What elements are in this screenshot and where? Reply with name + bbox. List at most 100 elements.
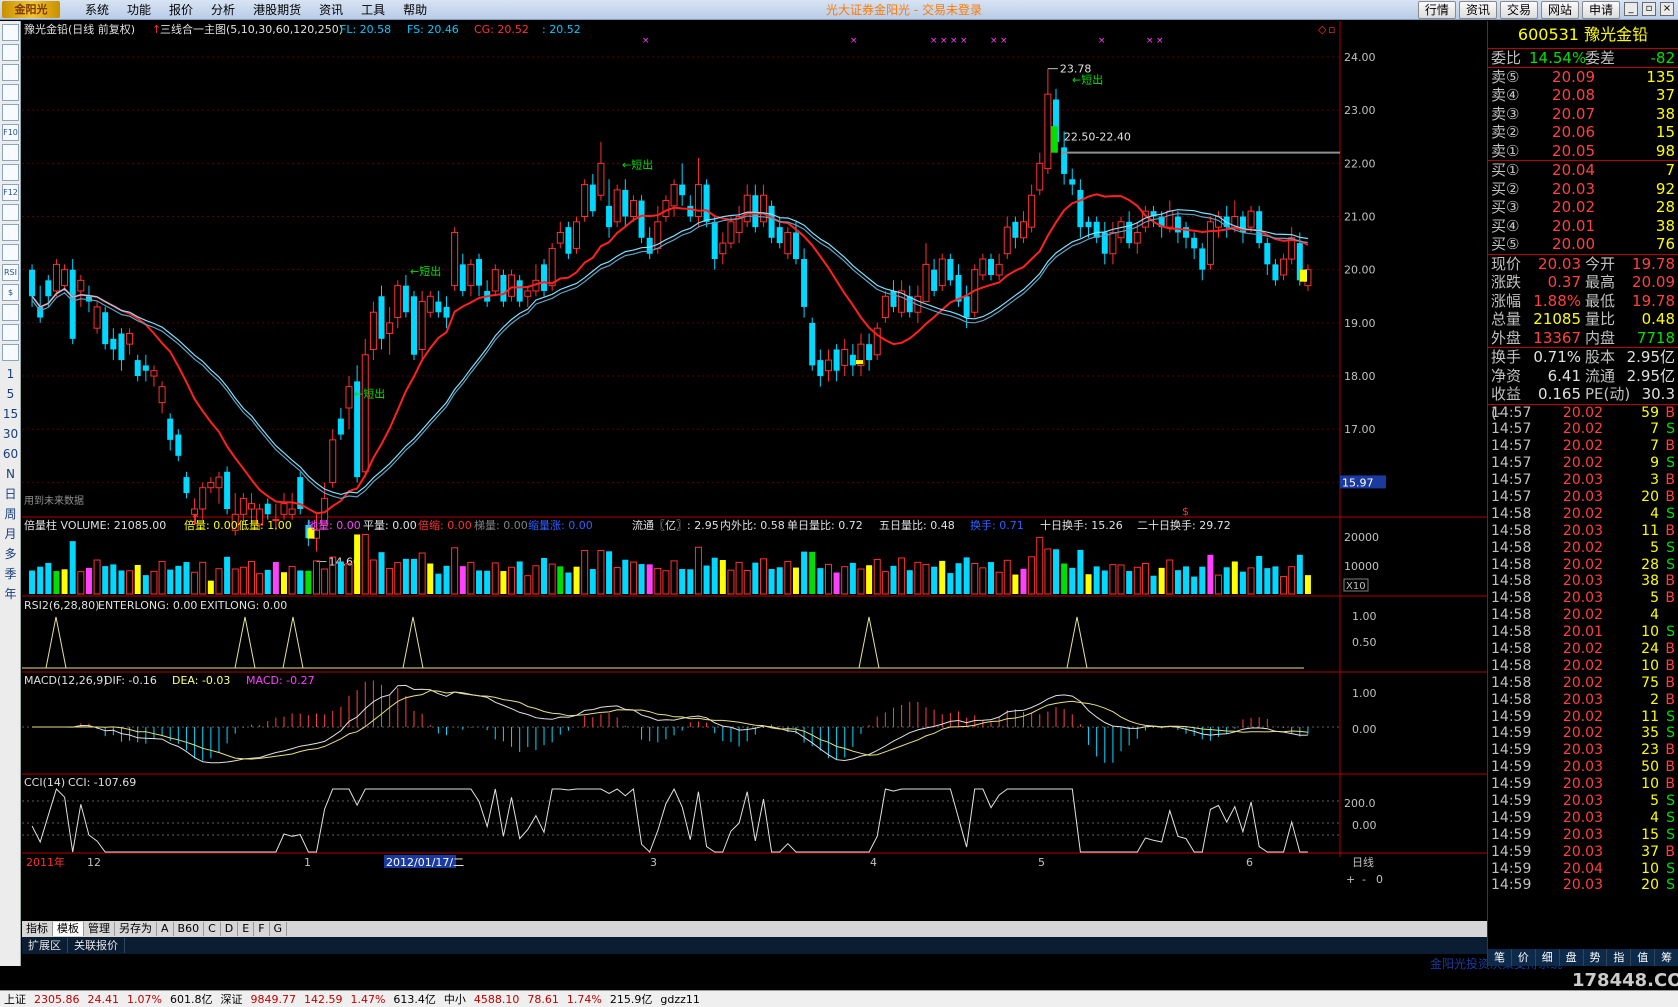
period-6[interactable]: 日 xyxy=(0,484,21,504)
period-0[interactable]: 1 xyxy=(0,364,21,384)
sell-row[interactable]: 卖③ 20.07 38 xyxy=(1488,105,1678,124)
search-icon[interactable] xyxy=(2,224,19,241)
menu-quote[interactable]: 报价 xyxy=(160,2,202,18)
period-8[interactable]: 月 xyxy=(0,524,21,544)
f5-icon[interactable] xyxy=(2,204,19,221)
website-button[interactable]: 网站 xyxy=(1540,1,1579,19)
menu-system[interactable]: 系统 xyxy=(76,2,118,18)
index-name[interactable]: 深证 xyxy=(216,991,246,1007)
quote-tab-5[interactable]: 指 xyxy=(1607,949,1632,966)
tab-related-quotes[interactable]: 关联报价 xyxy=(68,938,125,953)
move-icon[interactable] xyxy=(2,304,19,321)
tab-template[interactable]: 模板 xyxy=(53,922,84,936)
trade-button[interactable]: 交易 xyxy=(1499,1,1538,19)
period-label[interactable]: 日线 xyxy=(1352,855,1374,869)
tab-a[interactable]: A xyxy=(157,922,174,936)
menu-help[interactable]: 帮助 xyxy=(394,2,436,18)
tab-b60[interactable]: B60 xyxy=(174,922,205,936)
period-10[interactable]: 季 xyxy=(0,564,21,584)
volume-bar xyxy=(662,570,670,595)
tick-flag: S xyxy=(1666,826,1675,843)
sell-row[interactable]: 卖④ 20.08 37 xyxy=(1488,86,1678,105)
candle-body xyxy=(134,360,141,377)
quote-tab-6[interactable]: 值 xyxy=(1631,949,1656,966)
period-3[interactable]: 30 xyxy=(0,424,21,444)
tick-time: 14:59 xyxy=(1491,809,1532,826)
buy-row[interactable]: 买② 20.03 92 xyxy=(1488,180,1678,199)
zoom-out-button[interactable]: - xyxy=(1362,873,1366,886)
tab-d[interactable]: D xyxy=(221,922,239,936)
kline-icon[interactable] xyxy=(2,84,19,101)
tick-row: 14:58 20.02 24 B xyxy=(1488,641,1678,658)
buy-row[interactable]: 买⑤ 20.00 76 xyxy=(1488,235,1678,254)
quote-tab-7[interactable]: 筹 xyxy=(1655,949,1678,966)
tab-c[interactable]: C xyxy=(204,922,221,936)
minimize-button[interactable]: _ xyxy=(1624,2,1638,16)
menu-info[interactable]: 资讯 xyxy=(310,2,352,18)
zoom-reset-button[interactable]: 0 xyxy=(1376,873,1383,886)
close-button[interactable]: × xyxy=(1660,2,1674,16)
period-2[interactable]: 15 xyxy=(0,404,21,424)
tab-extension-area[interactable]: 扩展区 xyxy=(22,938,68,953)
report-icon[interactable] xyxy=(2,24,19,41)
news-icon[interactable] xyxy=(2,164,19,181)
apply-button[interactable]: 申请 xyxy=(1581,1,1620,19)
signal-x-mark: × xyxy=(960,36,968,46)
quote-tab-1[interactable]: 价 xyxy=(1512,949,1536,966)
tab-save-as[interactable]: 另存为 xyxy=(115,922,157,936)
buy-row[interactable]: 买③ 20.02 28 xyxy=(1488,198,1678,217)
index-name[interactable]: 中小 xyxy=(440,991,470,1007)
buy-row[interactable]: 买④ 20.01 38 xyxy=(1488,217,1678,236)
period-5[interactable]: N xyxy=(0,464,21,484)
chart-area[interactable]: 23.78 22.50-22.40 14.66 ←短出 ←短出 ←短出 ←短出 × × × × × × ×… xyxy=(22,21,1487,921)
period-11[interactable]: 年 xyxy=(0,584,21,604)
zoom-in-button[interactable]: + xyxy=(1346,873,1355,886)
volume-bar xyxy=(29,570,36,594)
period-7[interactable]: 周 xyxy=(0,504,21,524)
menu-tools[interactable]: 工具 xyxy=(352,2,394,18)
sell-row[interactable]: 卖⑤ 20.09 135 xyxy=(1488,68,1678,87)
sell-row[interactable]: 卖② 20.06 15 xyxy=(1488,123,1678,142)
kline-chart[interactable]: 23.7822.50-22.4014.66←短出←短出←短出←短出× × × × × × ×… xyxy=(22,21,1487,921)
candle-body xyxy=(337,418,344,435)
candle-body xyxy=(1133,231,1141,244)
tab-e[interactable]: E xyxy=(238,922,255,936)
export-icon[interactable] xyxy=(2,324,19,341)
index-name[interactable]: 上证 xyxy=(0,991,30,1007)
period-1[interactable]: 5 xyxy=(0,384,21,404)
period-4[interactable]: 60 xyxy=(0,444,21,464)
menu-hk-futures[interactable]: 港股期货 xyxy=(244,2,310,18)
dollar-icon[interactable]: $ xyxy=(2,284,19,301)
pencil-icon[interactable] xyxy=(2,344,19,361)
f12-icon[interactable]: F12 xyxy=(2,184,19,201)
line-chart-icon[interactable] xyxy=(2,64,19,81)
table-icon[interactable] xyxy=(2,104,19,121)
tab-f[interactable]: F xyxy=(254,922,270,936)
menu-analysis[interactable]: 分析 xyxy=(202,2,244,18)
tab-g[interactable]: G xyxy=(270,922,288,936)
quote-tab-4[interactable]: 势 xyxy=(1584,949,1608,966)
restore-button[interactable]: ▫ xyxy=(1642,2,1656,16)
rsi-icon[interactable]: RSI xyxy=(2,264,19,281)
fund-key: 换手 xyxy=(1491,348,1522,366)
tab-indicator[interactable]: 指标 xyxy=(22,922,53,936)
f10-icon[interactable]: F10 xyxy=(2,124,19,141)
sell-row[interactable]: 卖① 20.05 98 xyxy=(1488,142,1678,161)
quote-tab-2[interactable]: 细 xyxy=(1536,949,1560,966)
tab-manage[interactable]: 管理 xyxy=(84,922,115,936)
tick-list[interactable]: 14:57 20.02 59 B 14:57 20.02 7 S 14:57 20.02 7 B 14:… xyxy=(1488,405,1678,895)
quote-tab-0[interactable]: 笔 xyxy=(1488,949,1512,966)
quote-button[interactable]: 行情 xyxy=(1417,1,1456,19)
candle-body xyxy=(629,200,637,218)
period-9[interactable]: 多 xyxy=(0,544,21,564)
fund-value-2: 2.95亿 xyxy=(1626,348,1675,366)
range-marker: 22.50-22.40 xyxy=(1064,131,1131,144)
grid-icon[interactable] xyxy=(2,44,19,61)
menu-function[interactable]: 功能 xyxy=(118,2,160,18)
wave-icon[interactable] xyxy=(2,244,19,261)
finance-icon[interactable] xyxy=(2,144,19,161)
quote-tab-3[interactable]: 盘 xyxy=(1560,949,1584,966)
volume-bar xyxy=(69,541,76,594)
info-button[interactable]: 资讯 xyxy=(1458,1,1497,19)
buy-row[interactable]: 买① 20.04 7 xyxy=(1488,161,1678,180)
